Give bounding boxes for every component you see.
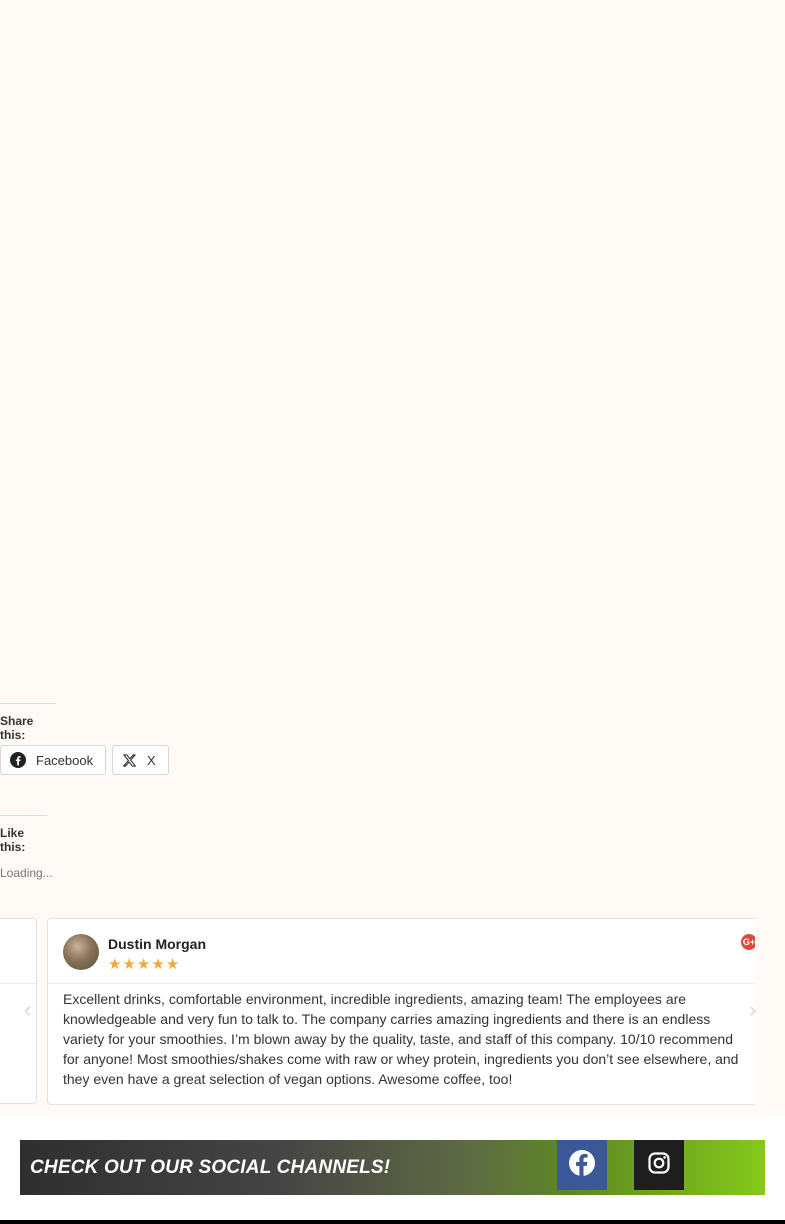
facebook-link-button[interactable] — [557, 1140, 607, 1190]
instagram-icon — [647, 1151, 671, 1180]
star-rating: ★ ★ ★ ★ ★ — [108, 957, 179, 973]
social-banner: CHECK OUT OUR SOCIAL CHANNELS! — [20, 1140, 765, 1195]
reviewer-name: Dustin Morgan — [108, 936, 206, 952]
instagram-link-button[interactable] — [634, 1140, 684, 1190]
star-icon: ★ — [108, 956, 122, 973]
like-heading: Like this: — [0, 815, 47, 854]
review-text: Excellent drinks, comfortable environmen… — [63, 991, 739, 1087]
share-heading: Share this: — [0, 703, 56, 742]
star-icon: ★ — [151, 956, 165, 973]
share-facebook-label: Facebook — [36, 752, 94, 768]
footer-bar — [0, 1220, 785, 1224]
reviews-slider: Dustin Morgan ★ ★ ★ ★ ★ G+ Excellent drinks,… — [0, 905, 785, 1115]
social-heading: CHECK OUT OUR SOCIAL CHANNELS! — [30, 1157, 391, 1178]
star-icon: ★ — [136, 956, 151, 973]
star-icon: ★ — [122, 956, 136, 973]
avatar — [63, 934, 99, 970]
share-x-button[interactable]: X — [112, 745, 169, 775]
slider-next-arrow-icon[interactable]: › — [749, 999, 756, 1021]
share-x-label: X — [147, 752, 156, 768]
slider-prev-arrow-icon[interactable]: ‹ — [24, 999, 31, 1021]
review-header: Dustin Morgan ★ ★ ★ ★ ★ G+ — [48, 919, 776, 984]
like-loading-text: Loading... — [0, 866, 53, 880]
share-facebook-button[interactable]: Facebook — [0, 745, 106, 775]
facebook-icon — [10, 752, 26, 768]
x-icon — [122, 753, 137, 768]
previous-review-card — [0, 918, 37, 1104]
facebook-icon — [569, 1149, 595, 1181]
review-card: Dustin Morgan ★ ★ ★ ★ ★ G+ Excellent drinks,… — [47, 918, 777, 1105]
star-icon: ★ — [165, 956, 180, 973]
